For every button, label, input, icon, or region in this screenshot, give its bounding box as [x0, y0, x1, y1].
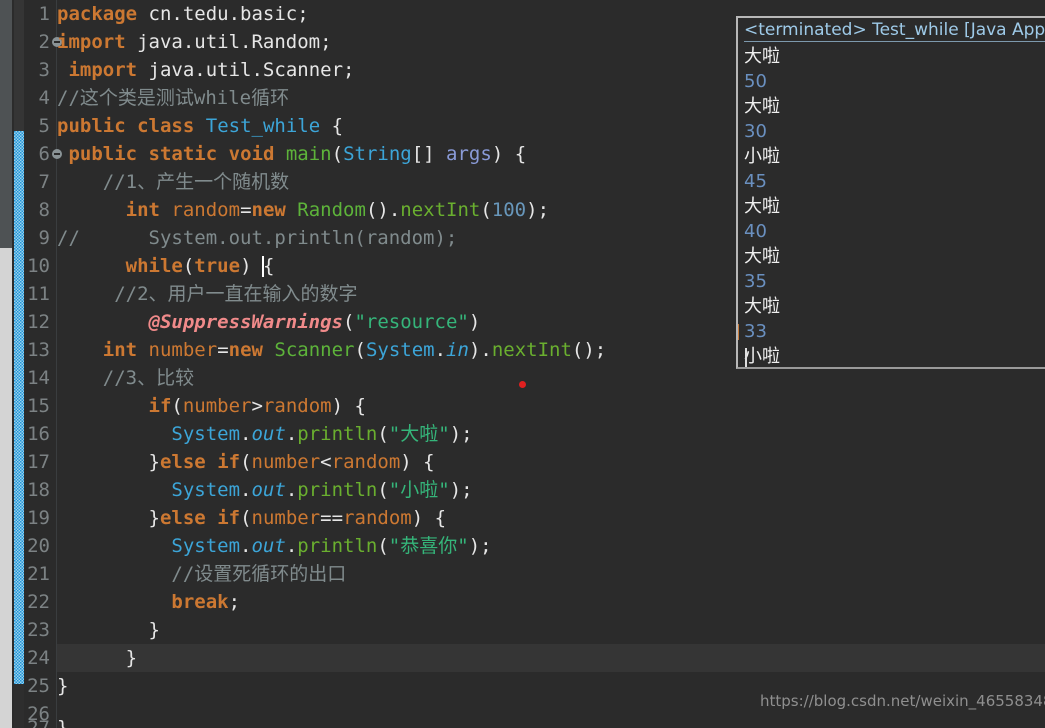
code-line[interactable]: 27 }: [0, 714, 1045, 728]
console-line: 30: [744, 121, 767, 142]
line-content[interactable]: int number=new Scanner(System.in).nextIn…: [57, 336, 606, 364]
code-line-active[interactable]: 24 }: [0, 644, 1045, 672]
console-line: 大啦: [744, 96, 780, 117]
code-line[interactable]: 15 if(number>random) {: [0, 392, 1045, 420]
line-content[interactable]: import java.util.Random;: [57, 28, 332, 56]
watermark-url: https://blog.csdn.net/weixin_46558348: [760, 692, 1045, 710]
console-line: 40: [744, 221, 767, 242]
console-line: 大啦: [744, 296, 780, 317]
line-content[interactable]: package cn.tedu.basic;: [57, 0, 309, 28]
console-resize-corner[interactable]: [1031, 353, 1045, 367]
line-content[interactable]: }: [57, 616, 160, 644]
console-line: 大啦: [744, 196, 780, 217]
console-title: <terminated> Test_while [Java Applicatio: [744, 20, 1045, 42]
line-content[interactable]: //2、用户一直在输入的数字: [57, 280, 357, 308]
line-content[interactable]: // System.out.println(random);: [57, 224, 457, 252]
console-line: 大啦: [744, 246, 780, 267]
code-line[interactable]: 20 System.out.println("恭喜你");: [0, 532, 1045, 560]
line-number: 22: [27, 591, 50, 613]
line-content[interactable]: }: [57, 714, 68, 728]
line-content[interactable]: System.out.println("恭喜你");: [57, 532, 491, 560]
line-number: 8: [38, 199, 50, 221]
line-number: 13: [27, 339, 50, 361]
code-line[interactable]: 16 System.out.println("大啦");: [0, 420, 1045, 448]
code-line[interactable]: 18 System.out.println("小啦");: [0, 476, 1045, 504]
console-output[interactable]: 大啦 50 大啦 30 小啦 45 大啦 40 大啦 35 大啦 33 小啦 3…: [744, 44, 1044, 367]
line-number: 10: [27, 255, 50, 277]
line-content[interactable]: //3、比较: [57, 364, 194, 392]
line-number: 19: [27, 507, 50, 529]
line-number: 14: [27, 367, 50, 389]
line-number: 3: [38, 59, 50, 81]
line-content[interactable]: public static void main(String[] args) {: [57, 140, 526, 168]
error-marker-icon[interactable]: [519, 381, 526, 388]
line-content[interactable]: }else if(number<random) {: [57, 448, 435, 476]
console-line: 50: [744, 71, 767, 92]
console-line: 45: [744, 171, 767, 192]
line-content[interactable]: //1、产生一个随机数: [57, 168, 289, 196]
console-side-marker: [738, 324, 739, 340]
code-line[interactable]: 17 }else if(number<random) {: [0, 448, 1045, 476]
line-number: 9: [38, 227, 50, 249]
code-line[interactable]: 19 }else if(number==random) {: [0, 504, 1045, 532]
line-content[interactable]: System.out.println("小啦");: [57, 476, 472, 504]
line-content[interactable]: public class Test_while {: [57, 112, 343, 140]
active-line-highlight: [57, 644, 1045, 672]
line-number: 24: [27, 647, 50, 669]
console-caret: [745, 348, 747, 367]
line-content[interactable]: }else if(number==random) {: [57, 504, 447, 532]
line-content[interactable]: //这个类是测试while循环: [57, 84, 289, 112]
line-number: 20: [27, 535, 50, 557]
console-line: 大啦: [744, 46, 780, 67]
code-line[interactable]: 21 //设置死循环的出口: [0, 560, 1045, 588]
line-number: 27: [27, 717, 50, 728]
line-number: 16: [27, 423, 50, 445]
line-content[interactable]: while(true) {: [57, 252, 274, 280]
line-number: 6: [38, 143, 50, 165]
line-content[interactable]: System.out.println("大啦");: [57, 420, 472, 448]
line-number: 7: [38, 171, 50, 193]
console-panel[interactable]: <terminated> Test_while [Java Applicatio…: [736, 16, 1045, 369]
console-line: 33: [744, 321, 767, 342]
line-content[interactable]: if(number>random) {: [57, 392, 366, 420]
code-line[interactable]: 22 break;: [0, 588, 1045, 616]
line-number: 21: [27, 563, 50, 585]
code-line[interactable]: 23 }: [0, 616, 1045, 644]
line-number: 2: [38, 31, 50, 53]
line-number: 17: [27, 451, 50, 473]
line-number: 23: [27, 619, 50, 641]
line-number: 25: [27, 675, 50, 697]
line-number: 11: [27, 283, 50, 305]
line-content[interactable]: int random=new Random().nextInt(100);: [57, 196, 549, 224]
ide-screenshot: 1 package cn.tedu.basic; 2 import java.u…: [0, 0, 1045, 728]
line-number: 1: [38, 3, 50, 25]
line-content[interactable]: //设置死循环的出口: [57, 560, 346, 588]
line-number: 15: [27, 395, 50, 417]
console-line: 35: [744, 271, 767, 292]
line-number: 4: [38, 87, 50, 109]
line-number: 5: [38, 115, 50, 137]
console-line: 小啦: [744, 146, 780, 167]
line-content[interactable]: }: [57, 672, 68, 700]
line-number: 18: [27, 479, 50, 501]
line-number: 12: [27, 311, 50, 333]
line-content[interactable]: import java.util.Scanner;: [57, 56, 354, 84]
console-line: 小啦: [744, 346, 780, 367]
line-content[interactable]: }: [57, 644, 137, 672]
line-content[interactable]: @SuppressWarnings("resource"): [57, 308, 481, 336]
line-content[interactable]: break;: [57, 588, 240, 616]
